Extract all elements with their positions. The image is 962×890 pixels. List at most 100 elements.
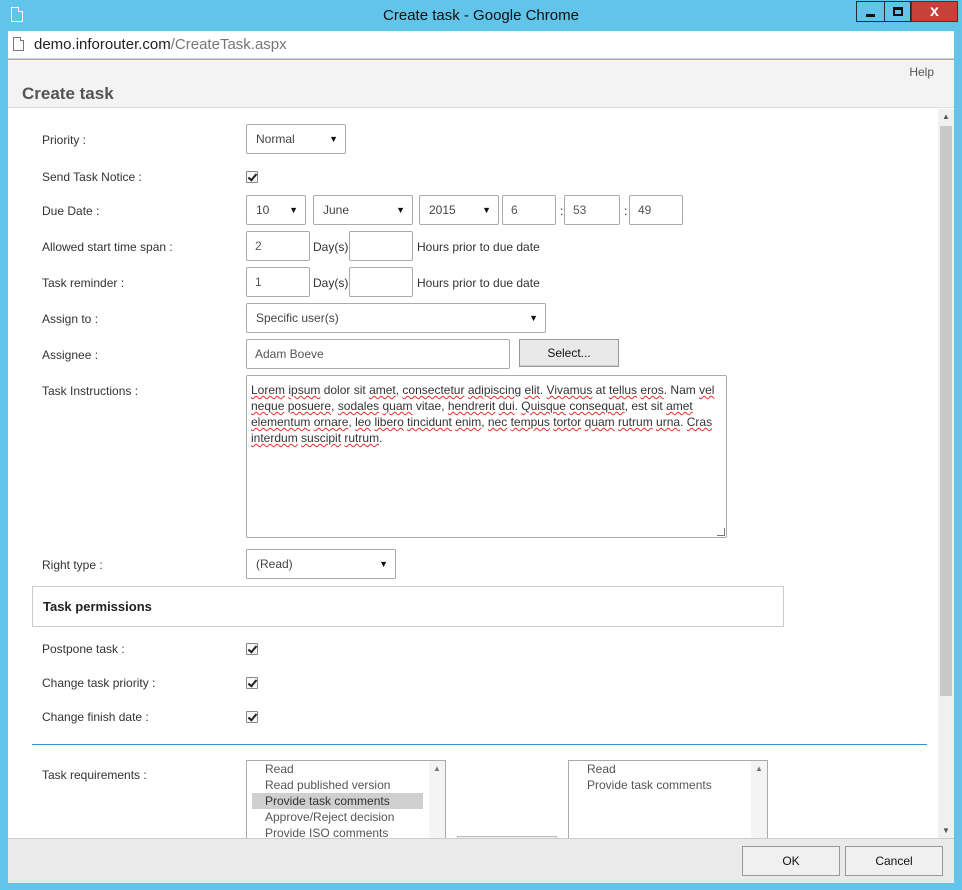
due-month-select[interactable]: June ▼: [313, 195, 413, 225]
reminder-label: Task reminder :: [42, 276, 125, 290]
instructions-label: Task Instructions :: [42, 384, 139, 398]
page-title: Create task: [22, 84, 114, 103]
close-icon: x: [930, 2, 939, 20]
chosen-requirements-list[interactable]: Read Provide task comments ▲: [568, 760, 768, 838]
start-span-label: Allowed start time span :: [42, 240, 173, 254]
instruction-word: tortor: [553, 415, 582, 429]
select-assignee-button[interactable]: Select...: [519, 339, 619, 367]
due-year-value: 2015: [429, 203, 456, 217]
list-item[interactable]: Read: [247, 761, 445, 777]
list-scrollbar[interactable]: ▲: [751, 761, 767, 838]
instruction-word: quam: [584, 415, 615, 429]
chevron-down-icon: ▼: [289, 205, 298, 215]
list-scrollbar[interactable]: ▲: [429, 761, 445, 838]
priority-value: Normal: [256, 132, 295, 146]
due-minute-input[interactable]: 53: [564, 195, 620, 225]
due-day-select[interactable]: 10 ▼: [246, 195, 306, 225]
assign-to-value: Specific user(s): [256, 311, 339, 325]
send-notice-checkbox[interactable]: [246, 171, 258, 183]
scroll-up-icon[interactable]: ▲: [755, 764, 763, 773]
instruction-word: amet: [369, 383, 396, 397]
change-priority-label: Change task priority :: [42, 676, 156, 690]
assign-to-label: Assign to :: [42, 312, 99, 326]
ok-button[interactable]: OK: [742, 846, 840, 876]
scroll-up-icon[interactable]: ▲: [433, 764, 441, 773]
right-type-select[interactable]: (Read) ▼: [246, 549, 396, 579]
page-icon: [13, 37, 24, 51]
instruction-word: sodales: [337, 399, 380, 413]
instruction-word: dui: [498, 399, 515, 413]
list-item[interactable]: Provide ISO comments: [247, 825, 445, 838]
instruction-word: consequat: [569, 399, 625, 413]
section-divider: [32, 744, 927, 745]
instruction-word: eros: [640, 383, 664, 397]
instruction-word: adipiscing: [467, 383, 522, 397]
list-item[interactable]: Provide task comments: [569, 777, 767, 793]
instruction-word: Cras: [686, 415, 713, 429]
list-item[interactable]: Approve/Reject decision: [247, 809, 445, 825]
list-item[interactable]: Provide task comments: [252, 793, 423, 809]
chevron-down-icon: ▼: [379, 559, 388, 569]
help-link[interactable]: Help: [909, 65, 934, 79]
due-date-label: Due Date :: [42, 204, 100, 218]
change-finish-checkbox[interactable]: [246, 711, 258, 723]
url-text[interactable]: demo.inforouter.com/CreateTask.aspx: [34, 36, 287, 53]
reminder-hours-suffix: Hours prior to due date: [417, 276, 540, 290]
due-year-select[interactable]: 2015 ▼: [419, 195, 499, 225]
start-span-hours-input[interactable]: [349, 231, 413, 261]
dialog-header: Help Create task: [8, 60, 954, 108]
minimize-icon: [866, 13, 875, 17]
scroll-down-icon[interactable]: ▼: [942, 826, 950, 835]
instruction-word: ipsum: [288, 383, 321, 397]
dialog-footer: OK Cancel: [8, 838, 954, 883]
instruction-word: tellus: [609, 383, 638, 397]
instructions-textarea[interactable]: Lorem ipsum dolor sit amet, consectetur …: [246, 375, 727, 538]
priority-label: Priority :: [42, 133, 87, 147]
postpone-label: Postpone task :: [42, 642, 125, 656]
send-notice-label: Send Task Notice :: [42, 170, 142, 184]
instruction-word: interdum: [251, 431, 298, 445]
instruction-word: amet: [666, 399, 693, 413]
change-priority-checkbox[interactable]: [246, 677, 258, 689]
instruction-word: neque: [251, 399, 285, 413]
instruction-word: elit: [524, 383, 540, 397]
scrollbar-thumb[interactable]: [940, 126, 952, 696]
url-host: demo.inforouter.com: [34, 36, 171, 53]
scroll-up-icon[interactable]: ▲: [942, 112, 950, 121]
time-separator: :: [560, 204, 564, 218]
address-bar[interactable]: demo.inforouter.com/CreateTask.aspx: [8, 31, 954, 59]
page-scrollbar[interactable]: ▲ ▼: [938, 109, 954, 838]
due-day-value: 10: [256, 203, 270, 217]
instruction-word: leo: [355, 415, 372, 429]
maximize-button[interactable]: [884, 1, 911, 22]
minimize-button[interactable]: [856, 1, 884, 22]
task-permissions-section: Task permissions: [32, 586, 784, 627]
assignee-input[interactable]: Adam Boeve: [246, 339, 510, 369]
cancel-button[interactable]: Cancel: [845, 846, 943, 876]
assign-to-select[interactable]: Specific user(s) ▼: [246, 303, 546, 333]
due-second-input[interactable]: 49: [629, 195, 683, 225]
browser-window: Create task - Google Chrome x demo.infor…: [0, 0, 962, 890]
due-hour-input[interactable]: 6: [502, 195, 556, 225]
instruction-word: elementum: [251, 415, 311, 429]
window-title: Create task - Google Chrome: [383, 7, 579, 24]
postpone-checkbox[interactable]: [246, 643, 258, 655]
page-content: Help Create task Priority : Normal ▼ Send…: [8, 60, 954, 838]
instruction-word: hendrerit: [447, 399, 496, 413]
instruction-word: ornare: [313, 415, 349, 429]
resize-handle-icon[interactable]: [717, 528, 725, 536]
requirements-label: Task requirements :: [42, 768, 147, 782]
start-span-days-input[interactable]: 2: [246, 231, 310, 261]
right-type-value: (Read): [256, 557, 293, 571]
list-item[interactable]: Read published version: [247, 777, 445, 793]
reminder-days-input[interactable]: 1: [246, 267, 310, 297]
available-requirements-list[interactable]: Read Read published version Provide task c…: [246, 760, 446, 838]
right-type-label: Right type :: [42, 558, 103, 572]
close-button[interactable]: x: [911, 1, 958, 22]
priority-select[interactable]: Normal ▼: [246, 124, 346, 154]
assignee-label: Assignee :: [42, 348, 99, 362]
instruction-word: nec: [487, 415, 508, 429]
reminder-hours-input[interactable]: [349, 267, 413, 297]
list-item[interactable]: Read: [569, 761, 767, 777]
time-separator: :: [624, 204, 628, 218]
